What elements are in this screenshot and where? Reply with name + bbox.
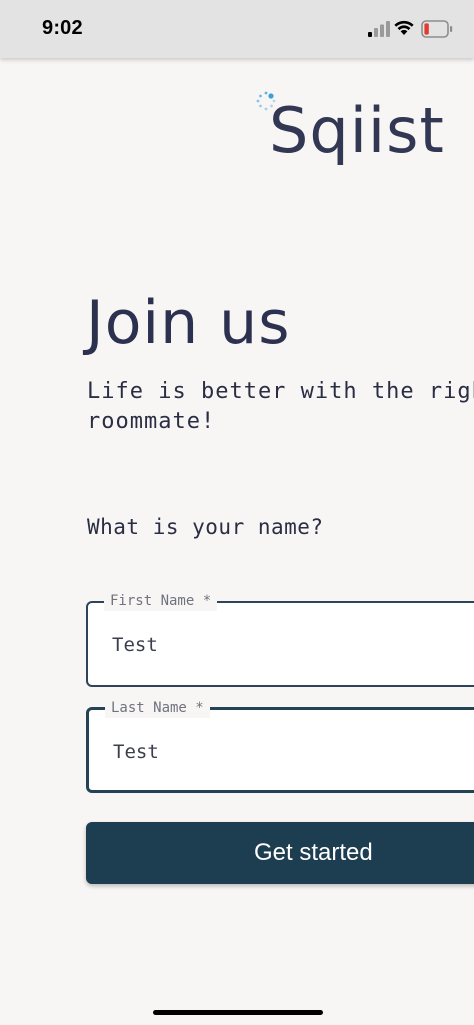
status-time: 9:02 xyxy=(42,17,83,39)
bottom-safe-area xyxy=(0,985,474,1025)
brand-logo: Sqiist xyxy=(255,90,445,180)
brand-name: Sqiist xyxy=(269,94,445,167)
battery-low-icon xyxy=(421,20,453,38)
last-name-field[interactable]: Last Name * xyxy=(86,698,474,793)
screen: 9:02 Sqiist Join us Life is better with … xyxy=(0,0,474,1025)
home-indicator[interactable] xyxy=(153,1010,323,1015)
first-name-label: First Name * xyxy=(104,591,218,611)
wifi-icon xyxy=(394,20,414,35)
first-name-field[interactable]: First Name * xyxy=(86,591,474,687)
get-started-button[interactable]: Get started xyxy=(86,822,474,884)
last-name-input[interactable] xyxy=(113,741,413,763)
status-bar: 9:02 xyxy=(0,0,474,58)
page-title: Join us xyxy=(86,288,291,358)
name-question: What is your name? xyxy=(87,515,324,539)
last-name-label: Last Name * xyxy=(105,698,210,718)
first-name-input[interactable] xyxy=(112,634,412,656)
get-started-label: Get started xyxy=(254,839,373,866)
page-subtitle: Life is better with the right roommate! xyxy=(87,379,474,434)
signal-icon xyxy=(368,21,390,37)
